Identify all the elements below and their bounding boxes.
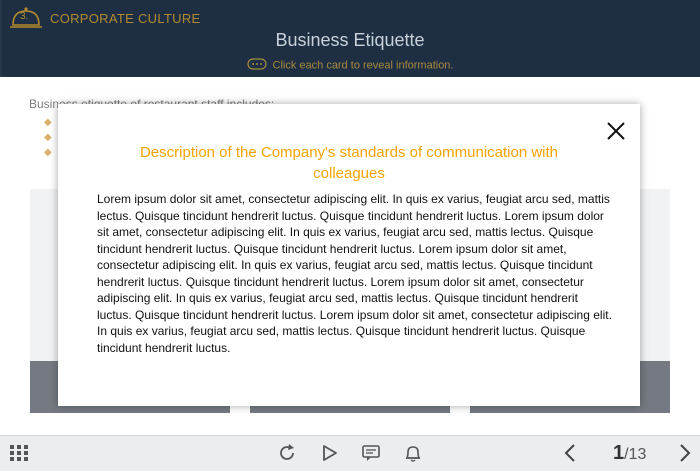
transcript-icon[interactable]: [360, 442, 382, 464]
chapter-title: CORPORATE CULTURE: [50, 10, 201, 26]
hint-text-row: Click each card to reveal information.: [0, 58, 700, 73]
hint-text: Click each card to reveal information.: [272, 59, 454, 72]
modal-body-text: Lorem ipsum dolor sit amet, consectetur …: [97, 192, 612, 355]
header-bar: 3. CORPORATE CULTURE Business Etiquette …: [0, 0, 700, 77]
current-page: 1: [613, 442, 625, 464]
player-toolbar: 1/13: [0, 435, 700, 471]
modal-title: Description of the Company's standards o…: [139, 144, 559, 182]
chapter-number: 3.: [20, 11, 29, 22]
total-pages: /13: [624, 446, 647, 463]
info-modal: Description of the Company's standards o…: [58, 104, 640, 406]
next-icon[interactable]: [673, 442, 695, 464]
play-icon[interactable]: [319, 442, 341, 464]
menu-grid-icon[interactable]: [8, 442, 30, 464]
notification-bell-icon[interactable]: [402, 442, 424, 464]
page-counter: 1/13: [613, 442, 646, 465]
page-title: Business Etiquette: [275, 30, 425, 50]
chapter-label: 3. CORPORATE CULTURE: [8, 5, 201, 31]
replay-icon[interactable]: [276, 442, 298, 464]
speech-bubble-icon: [246, 58, 267, 73]
service-bell-icon: 3.: [8, 5, 44, 31]
prev-icon[interactable]: [560, 442, 582, 464]
close-icon[interactable]: [606, 121, 626, 141]
